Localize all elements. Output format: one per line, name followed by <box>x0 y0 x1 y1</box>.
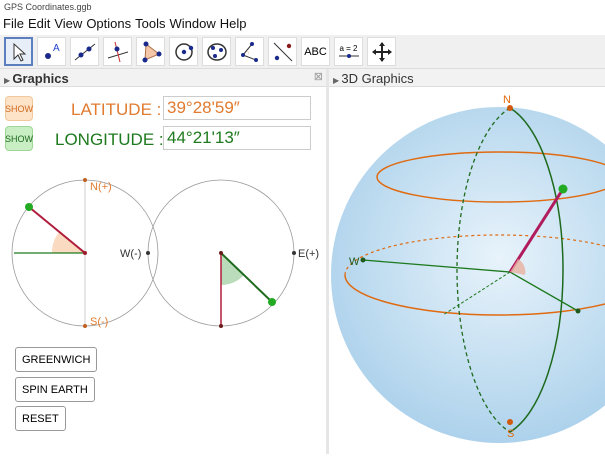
graphics-title: Graphics <box>12 71 69 86</box>
graphics-view[interactable]: SHOW SHOW LATITUDE : LONGITUDE : 39°28'5… <box>0 87 326 454</box>
polygon-icon <box>142 41 161 62</box>
globe-west-label: W <box>349 256 360 268</box>
menu-help[interactable]: Help <box>220 16 247 31</box>
conic-tool[interactable] <box>202 37 231 66</box>
reflect-icon <box>273 42 292 61</box>
menu-edit[interactable]: Edit <box>28 16 50 31</box>
longitude-dial: W(-) E(+) <box>120 179 319 328</box>
globe-south-label: S <box>507 428 514 440</box>
cursor-icon <box>13 42 26 62</box>
west-label: W(-) <box>120 248 141 260</box>
perpendicular-icon <box>107 41 128 62</box>
sphere <box>331 107 605 443</box>
reset-button[interactable]: RESET <box>15 406 66 431</box>
east-label: E(+) <box>298 248 319 260</box>
toolbar: A ABC a = 2 <box>0 35 605 69</box>
angle-icon <box>240 41 258 62</box>
move-arrows-icon <box>371 41 392 62</box>
globe-north-label: N <box>503 94 511 106</box>
greenwich-button[interactable]: GREENWICH <box>15 347 98 372</box>
menu-file[interactable]: File <box>3 16 24 31</box>
angle-tool[interactable] <box>235 37 264 66</box>
3d-panel-header: ▶ 3D Graphics <box>329 69 605 87</box>
point-tool[interactable]: A <box>37 37 66 66</box>
polygon-tool[interactable] <box>136 37 165 66</box>
circle-tool[interactable] <box>169 37 198 66</box>
menu-view[interactable]: View <box>54 16 82 31</box>
move-tool[interactable] <box>4 37 33 66</box>
menu-window[interactable]: Window <box>169 16 215 31</box>
menu-bar: File Edit View Options Tools Window Help <box>0 14 250 34</box>
window-title: GPS Coordinates.ggb <box>4 2 92 12</box>
longitude-angle-sector <box>221 253 244 285</box>
perpendicular-tool[interactable] <box>103 37 132 66</box>
south-label: S(-) <box>90 316 108 328</box>
reflect-tool[interactable] <box>268 37 297 66</box>
move-view-tool[interactable] <box>367 37 396 66</box>
latitude-handle[interactable] <box>25 203 33 211</box>
line-tool[interactable] <box>70 37 99 66</box>
menu-tools[interactable]: Tools <box>135 16 165 31</box>
3d-graphics-view[interactable]: N S W <box>329 87 605 454</box>
conic-icon <box>206 42 227 61</box>
3d-graphics-title: 3D Graphics <box>341 71 414 86</box>
slider-tool[interactable]: a = 2 <box>334 37 363 66</box>
circle-icon <box>174 42 193 61</box>
slider-icon <box>338 54 359 58</box>
graphics-panel-header: ▶ Graphics ⊠ <box>0 69 326 87</box>
point-icon: A <box>44 43 60 59</box>
menu-options[interactable]: Options <box>86 16 131 31</box>
text-tool[interactable]: ABC <box>301 37 330 66</box>
spin-earth-button[interactable]: SPIN EARTH <box>15 377 95 402</box>
slider-tool-label: a = 2 <box>339 44 358 53</box>
close-icon[interactable]: ⊠ <box>314 70 323 83</box>
globe: N S W <box>331 94 605 443</box>
dials: N(+) S(-) W(-) E(+) <box>11 178 319 328</box>
longitude-handle[interactable] <box>268 298 276 306</box>
svg-text:A: A <box>53 43 60 54</box>
location-point[interactable] <box>558 184 568 194</box>
line-icon <box>74 43 95 60</box>
north-label: N(+) <box>90 181 112 193</box>
